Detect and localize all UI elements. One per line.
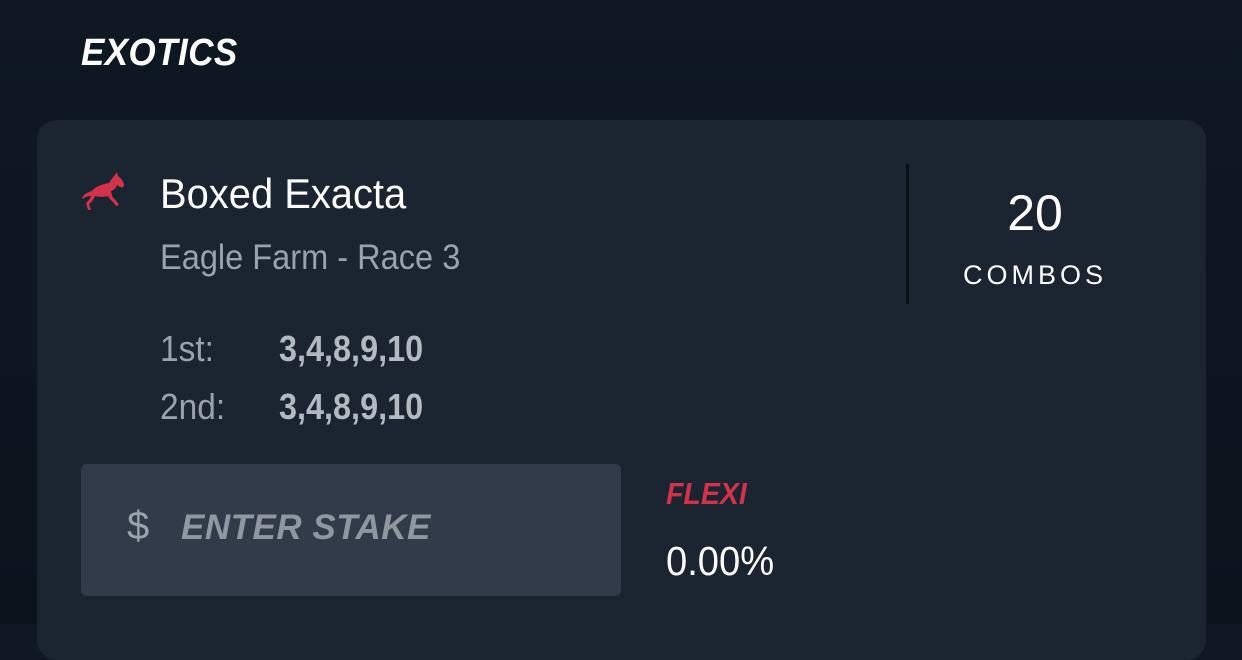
horse-racing-icon <box>82 172 124 210</box>
section-title: EXOTICS <box>81 32 238 74</box>
flexi-percentage: 0.00% <box>666 538 775 584</box>
selection-position: 1st: <box>160 328 214 369</box>
race-meeting-label: Eagle Farm - Race 3 <box>160 238 461 277</box>
bet-type-title: Boxed Exacta <box>160 170 407 217</box>
selection-position: 2nd: <box>160 386 226 427</box>
stake-input[interactable] <box>181 498 581 558</box>
flexi-label: FLEXI <box>666 476 747 511</box>
combos-count: 20 <box>1007 185 1063 241</box>
combos-label: COMBOS <box>962 260 1107 290</box>
exotic-bet-card: Boxed Exacta Eagle Farm - Race 3 20 COMB… <box>37 120 1206 660</box>
dollar-icon: $ <box>127 504 150 548</box>
selection-runners: 3,4,8,9,10 <box>279 386 424 427</box>
stake-input-container[interactable]: $ <box>81 464 621 596</box>
selection-runners: 3,4,8,9,10 <box>279 328 424 369</box>
